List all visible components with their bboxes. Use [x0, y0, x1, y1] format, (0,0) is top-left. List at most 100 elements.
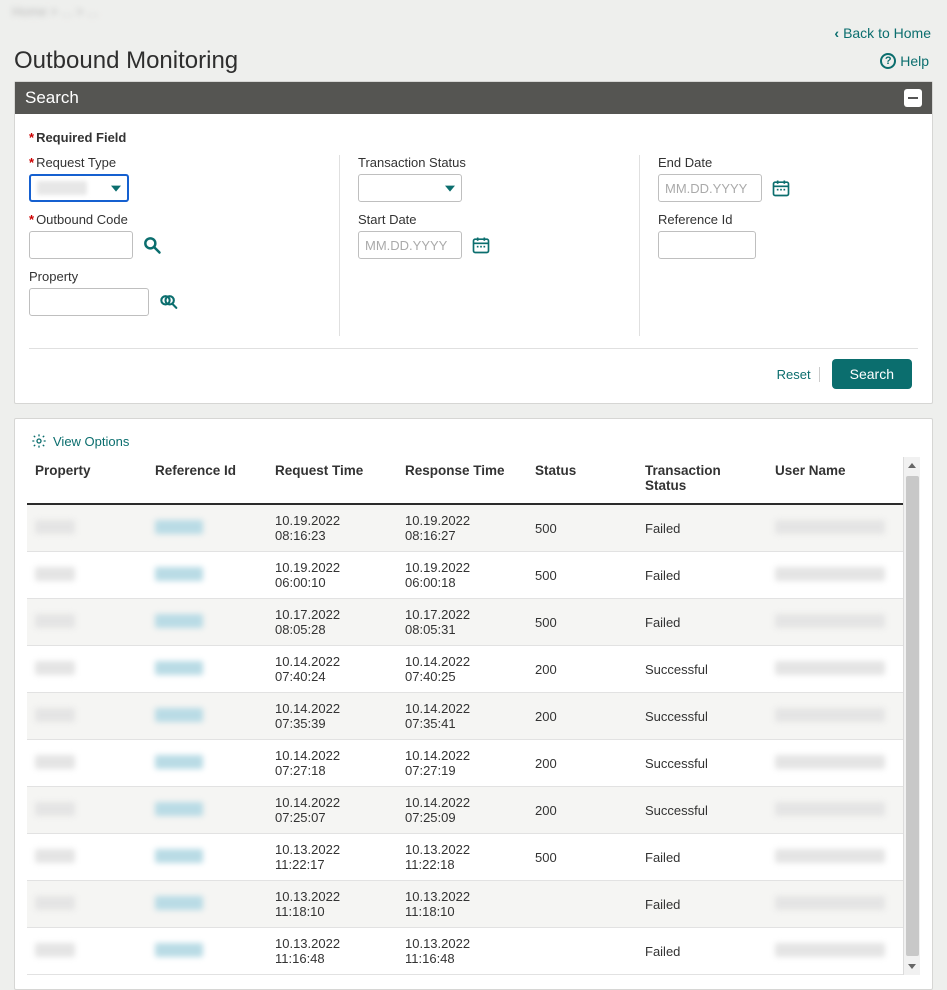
reference-id-label: Reference Id	[658, 212, 900, 227]
results-panel: View Options Property Reference Id Reque…	[14, 418, 933, 990]
redacted-property	[35, 849, 75, 863]
cell-transaction-status: Failed	[637, 881, 767, 928]
cell-status: 200	[527, 693, 637, 740]
transaction-status-select[interactable]	[358, 174, 462, 202]
cell-transaction-status: Successful	[637, 646, 767, 693]
cell-transaction-status: Failed	[637, 504, 767, 552]
table-row[interactable]: 10.14.2022 07:27:1810.14.2022 07:27:1920…	[27, 740, 903, 787]
redacted-reference-id[interactable]	[155, 520, 203, 534]
redacted-reference-id[interactable]	[155, 849, 203, 863]
table-row[interactable]: 10.19.2022 08:16:2310.19.2022 08:16:2750…	[27, 504, 903, 552]
cell-response-time: 10.13.2022 11:22:18	[397, 834, 527, 881]
redacted-user-name	[775, 614, 885, 628]
col-header-user-name[interactable]: User Name	[767, 457, 903, 504]
redacted-reference-id[interactable]	[155, 896, 203, 910]
chevron-left-icon: ‹	[834, 25, 839, 41]
table-row[interactable]: 10.19.2022 06:00:1010.19.2022 06:00:1850…	[27, 552, 903, 599]
redacted-user-name	[775, 802, 885, 816]
request-type-label: *Request Type	[29, 155, 321, 170]
redacted-reference-id[interactable]	[155, 661, 203, 675]
results-table: Property Reference Id Request Time Respo…	[27, 457, 903, 975]
table-row[interactable]: 10.13.2022 11:18:1010.13.2022 11:18:10Fa…	[27, 881, 903, 928]
redacted-user-name	[775, 661, 885, 675]
redacted-property	[35, 661, 75, 675]
col-header-reference-id[interactable]: Reference Id	[147, 457, 267, 504]
help-link[interactable]: ? Help	[880, 53, 929, 69]
table-row[interactable]: 10.13.2022 11:16:4810.13.2022 11:16:48Fa…	[27, 928, 903, 975]
cell-request-time: 10.17.2022 08:05:28	[267, 599, 397, 646]
end-date-label: End Date	[658, 155, 900, 170]
search-button[interactable]: Search	[832, 359, 912, 389]
cell-status: 500	[527, 504, 637, 552]
end-date-input[interactable]	[658, 174, 762, 202]
cell-request-time: 10.14.2022 07:25:07	[267, 787, 397, 834]
help-icon: ?	[880, 53, 896, 69]
redacted-reference-id[interactable]	[155, 567, 203, 581]
cell-status: 500	[527, 834, 637, 881]
cell-status: 500	[527, 599, 637, 646]
scroll-down-arrow-icon[interactable]	[904, 958, 920, 975]
cell-transaction-status: Failed	[637, 834, 767, 881]
col-header-response-time[interactable]: Response Time	[397, 457, 527, 504]
calendar-icon	[471, 235, 491, 255]
breadcrumb: Home > ... > ...	[0, 0, 947, 22]
back-to-home-link[interactable]: ‹ Back to Home	[834, 25, 931, 41]
property-search-button[interactable]	[157, 291, 179, 313]
magnifier-icon	[142, 235, 162, 255]
collapse-search-button[interactable]	[904, 89, 922, 107]
cell-status	[527, 881, 637, 928]
cell-request-time: 10.19.2022 08:16:23	[267, 504, 397, 552]
redacted-reference-id[interactable]	[155, 943, 203, 957]
start-date-label: Start Date	[358, 212, 621, 227]
cell-response-time: 10.17.2022 08:05:31	[397, 599, 527, 646]
view-options-button[interactable]: View Options	[27, 433, 129, 449]
redacted-reference-id[interactable]	[155, 802, 203, 816]
outbound-code-search-button[interactable]	[141, 234, 163, 256]
table-row[interactable]: 10.14.2022 07:40:2410.14.2022 07:40:2520…	[27, 646, 903, 693]
search-panel-title: Search	[25, 88, 79, 108]
reference-id-input[interactable]	[658, 231, 756, 259]
col-header-status[interactable]: Status	[527, 457, 637, 504]
calendar-icon	[771, 178, 791, 198]
col-header-property[interactable]: Property	[27, 457, 147, 504]
col-header-request-time[interactable]: Request Time	[267, 457, 397, 504]
redacted-user-name	[775, 520, 885, 534]
reset-button[interactable]: Reset	[777, 367, 820, 382]
outbound-code-input[interactable]	[29, 231, 133, 259]
vertical-scrollbar[interactable]	[903, 457, 920, 975]
end-date-calendar-button[interactable]	[770, 177, 792, 199]
chevron-down-icon	[445, 186, 455, 192]
cell-transaction-status: Failed	[637, 599, 767, 646]
redacted-property	[35, 520, 75, 534]
table-row[interactable]: 10.13.2022 11:22:1710.13.2022 11:22:1850…	[27, 834, 903, 881]
scroll-up-arrow-icon[interactable]	[904, 457, 920, 474]
redacted-reference-id[interactable]	[155, 755, 203, 769]
property-input[interactable]	[29, 288, 149, 316]
magnifier-multi-icon	[158, 292, 178, 312]
cell-status	[527, 928, 637, 975]
redacted-reference-id[interactable]	[155, 708, 203, 722]
request-type-select[interactable]	[29, 174, 129, 202]
table-row[interactable]: 10.14.2022 07:35:3910.14.2022 07:35:4120…	[27, 693, 903, 740]
chevron-down-icon	[111, 186, 121, 192]
redacted-user-name	[775, 567, 885, 581]
start-date-calendar-button[interactable]	[470, 234, 492, 256]
scroll-thumb[interactable]	[906, 476, 919, 956]
cell-response-time: 10.14.2022 07:40:25	[397, 646, 527, 693]
view-options-label: View Options	[53, 434, 129, 449]
redacted-user-name	[775, 708, 885, 722]
col-header-transaction-status[interactable]: Transaction Status	[637, 457, 767, 504]
start-date-input[interactable]	[358, 231, 462, 259]
search-panel: Search *Required Field *Request Type	[14, 81, 933, 404]
cell-request-time: 10.13.2022 11:18:10	[267, 881, 397, 928]
cell-request-time: 10.19.2022 06:00:10	[267, 552, 397, 599]
cell-transaction-status: Successful	[637, 693, 767, 740]
redacted-property	[35, 896, 75, 910]
redacted-reference-id[interactable]	[155, 614, 203, 628]
redacted-property	[35, 614, 75, 628]
back-to-home-label: Back to Home	[843, 25, 931, 41]
required-field-note: *Required Field	[29, 130, 918, 145]
table-row[interactable]: 10.17.2022 08:05:2810.17.2022 08:05:3150…	[27, 599, 903, 646]
transaction-status-label: Transaction Status	[358, 155, 621, 170]
table-row[interactable]: 10.14.2022 07:25:0710.14.2022 07:25:0920…	[27, 787, 903, 834]
